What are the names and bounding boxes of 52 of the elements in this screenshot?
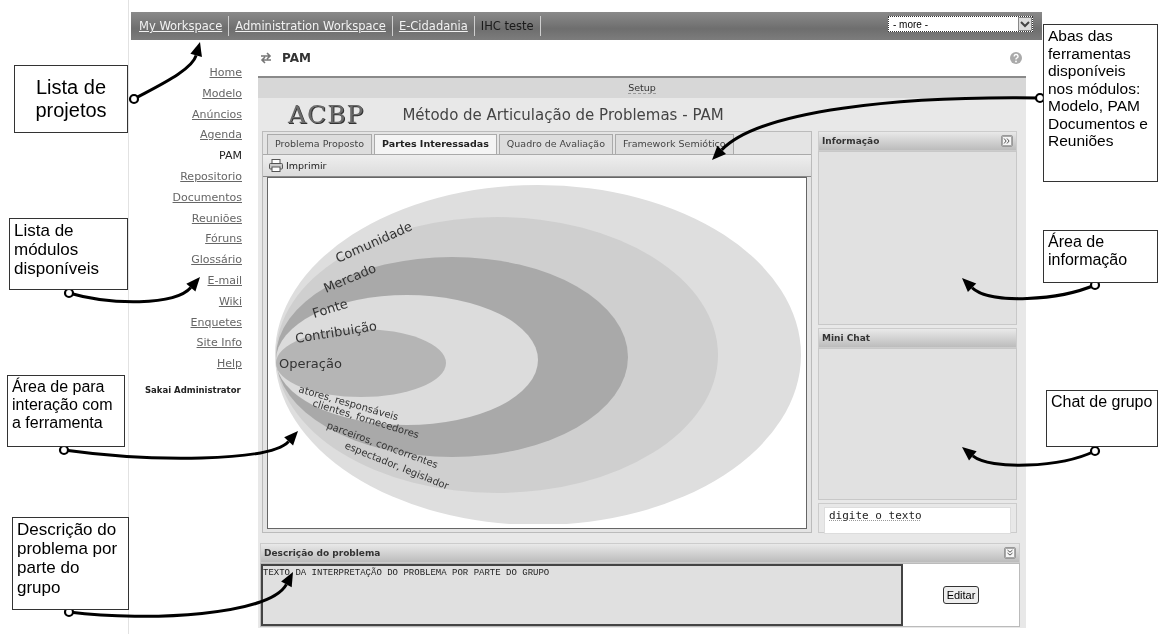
panel-title: Descrição do problema bbox=[264, 548, 381, 558]
tab[interactable]: Problema Proposto bbox=[267, 134, 373, 154]
tab[interactable]: Partes Interessadas bbox=[374, 134, 497, 154]
tool-link[interactable]: Help bbox=[216, 354, 242, 375]
printer-icon bbox=[269, 158, 283, 172]
tool-link[interactable]: Enquetes bbox=[190, 312, 242, 334]
tool-link[interactable]: Fóruns bbox=[205, 229, 242, 251]
tab[interactable]: Framework Semiótico bbox=[614, 134, 734, 154]
site-link[interactable]: Administration Workspace bbox=[229, 16, 393, 36]
callout-text: Lista de módulos disponíveis bbox=[9, 218, 128, 290]
tool-link[interactable]: E-mail bbox=[207, 270, 242, 292]
chevron-down-icon bbox=[1018, 17, 1032, 31]
callout-text: Área de para interação com a ferramenta bbox=[7, 375, 125, 447]
edit-button[interactable]: Editar bbox=[942, 586, 980, 604]
tool-link[interactable]: Documentos bbox=[172, 187, 242, 209]
tool-link[interactable]: Home bbox=[209, 63, 242, 84]
panel-title: Mini Chat bbox=[822, 333, 871, 343]
chat-input[interactable]: digite o texto bbox=[824, 507, 1011, 534]
tool-link[interactable]: Reuniões bbox=[191, 208, 242, 230]
help-icon[interactable] bbox=[1010, 52, 1022, 64]
tool-link[interactable]: Wiki bbox=[218, 291, 242, 313]
ring-label: Contribuição bbox=[294, 318, 378, 346]
tab[interactable]: Quadro de Avaliação bbox=[498, 134, 613, 154]
user-name: Sakai Administrator bbox=[145, 384, 241, 395]
tool-link[interactable]: Anúncios bbox=[192, 104, 242, 126]
site-link[interactable]: IHC teste bbox=[474, 16, 541, 36]
swap-arrows-icon[interactable] bbox=[260, 52, 272, 64]
tool-link[interactable]: Site Info bbox=[196, 333, 242, 355]
ring-label: Operação bbox=[279, 356, 342, 371]
callout-text: Lista de projetos bbox=[14, 65, 128, 133]
description-text[interactable]: TEXTO DA INTERPRETAÇÃO DO PROBLEMA POR PARTE DO GRUPO bbox=[261, 564, 903, 626]
setup-link[interactable]: Setup bbox=[628, 82, 656, 94]
tool-link[interactable]: Agenda bbox=[200, 125, 242, 147]
print-button[interactable]: Imprimir bbox=[267, 158, 329, 172]
callout-text: Descrição do problema por parte do grupo bbox=[12, 517, 129, 610]
callout-text: Abas das ferramentas disponíveis nos módulos: Modelo, PAM Documentos e Reuniões bbox=[1043, 24, 1158, 182]
tool-link[interactable]: Repositorio bbox=[180, 167, 242, 188]
panel-title: Informação bbox=[822, 136, 880, 146]
tool-link[interactable]: Modelo bbox=[202, 83, 242, 105]
logo: ACBP bbox=[288, 100, 365, 129]
collapse-icon[interactable] bbox=[1004, 547, 1016, 559]
tool-heading: Método de Articulação de Problemas - PAM bbox=[402, 105, 724, 124]
site-link[interactable]: E-Cidadania bbox=[392, 16, 475, 36]
callout-text: Chat de grupo bbox=[1046, 390, 1158, 447]
tool-link[interactable]: Glossário bbox=[191, 250, 242, 271]
expand-icon[interactable] bbox=[1001, 135, 1013, 147]
more-dropdown[interactable]: - more - bbox=[888, 16, 1033, 32]
tool-title: PAM bbox=[282, 51, 311, 65]
site-link[interactable]: My Workspace bbox=[133, 16, 230, 36]
ring-label: Fonte bbox=[310, 295, 350, 321]
tool-link[interactable]: PAM bbox=[219, 146, 242, 167]
callout-text: Área de informação bbox=[1043, 230, 1158, 283]
